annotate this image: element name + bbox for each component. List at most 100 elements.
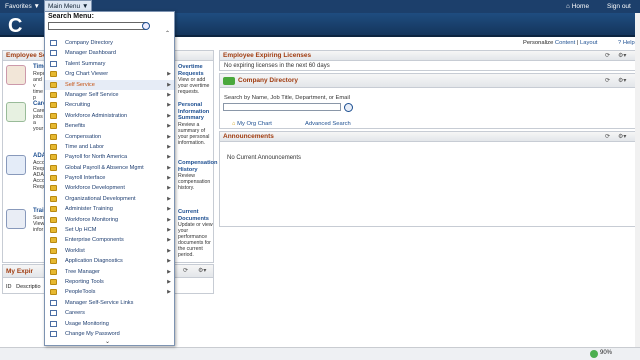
folder-icon	[50, 102, 57, 109]
directory-search-input[interactable]	[223, 103, 341, 111]
menu-item[interactable]: Self Service ▶	[45, 79, 174, 90]
menu-item[interactable]: Payroll Interface ▶	[45, 173, 174, 183]
menu-item[interactable]: Workforce Monitoring ▶	[45, 215, 174, 225]
refresh-icon[interactable]: ⟳	[183, 265, 188, 278]
menu-item[interactable]: Manager Self-Service Links	[45, 298, 174, 308]
menu-item[interactable]: Worklist ▶	[45, 246, 174, 256]
menu-search-go-button[interactable]	[142, 22, 150, 30]
menu-search-input[interactable]	[48, 22, 146, 30]
menu-item[interactable]: Payroll for North America ▶	[45, 152, 174, 162]
menu-item[interactable]: PeopleTools ▶	[45, 287, 174, 297]
compensation-desc: Review compensation history.	[178, 173, 211, 191]
chevron-right-icon: ▶	[167, 289, 171, 296]
folder-icon	[50, 71, 57, 78]
menu-item[interactable]: Careers	[45, 308, 174, 318]
menu-item[interactable]: Enterprise Components ▶	[45, 235, 174, 245]
scroll-down-icon[interactable]: ⌄	[105, 338, 110, 345]
folder-icon	[50, 123, 57, 130]
home-link[interactable]: ⌂ Home	[563, 1, 592, 12]
personalize-layout-link[interactable]: Layout	[580, 40, 597, 46]
accessibility-icon	[6, 155, 26, 175]
menu-item[interactable]: Company Directory	[45, 38, 174, 48]
help-label: Help	[622, 40, 635, 46]
menu-item[interactable]: Manager Self Service ▶	[45, 90, 174, 100]
overtime-requests-link[interactable]: Overtime Requests	[178, 64, 216, 77]
folder-icon	[50, 133, 57, 140]
chevron-right-icon: ▶	[167, 154, 171, 161]
chevron-right-icon: ▶	[167, 268, 171, 275]
my-org-chart-link[interactable]: ⌂ My Org Chart	[232, 121, 272, 127]
pagelet-title-text: My Expir	[6, 268, 34, 275]
chevron-right-icon: ▶	[167, 258, 171, 265]
menu-item[interactable]: Global Payroll & Absence Mgmt ▶	[45, 163, 174, 173]
gear-icon[interactable]: ⚙▾	[618, 74, 626, 88]
menu-item[interactable]: Benefits ▶	[45, 121, 174, 131]
chevron-right-icon: ▶	[167, 185, 171, 192]
time-icon	[6, 65, 26, 85]
menu-item[interactable]: Time and Labor ▶	[45, 142, 174, 152]
folder-icon	[50, 175, 57, 182]
menu-item[interactable]: Workforce Development ▶	[45, 183, 174, 193]
search-go-button[interactable]	[344, 103, 353, 112]
menu-item[interactable]: Compensation ▶	[45, 132, 174, 142]
chevron-right-icon: ▶	[167, 164, 171, 171]
folder-icon	[50, 206, 57, 213]
gear-icon[interactable]: ⚙▾	[618, 51, 626, 61]
menu-item-label: Manager Self Service	[65, 91, 119, 98]
menu-item-label: Time and Labor	[65, 143, 104, 150]
refresh-icon[interactable]: ⟳	[605, 74, 610, 88]
page-scrollbar[interactable]	[635, 13, 640, 347]
menu-item-label: Application Diagnostics	[65, 258, 123, 265]
menu-item[interactable]: Reporting Tools ▶	[45, 277, 174, 287]
folder-icon	[50, 154, 57, 161]
folder-icon	[50, 81, 57, 88]
help-link[interactable]: ? Help	[618, 40, 635, 46]
chevron-right-icon: ▶	[167, 227, 171, 234]
menu-item-label: Manager Self-Service Links	[65, 299, 134, 306]
menu-item-label: Organizational Development	[65, 195, 136, 202]
sign-out-link[interactable]: Sign out	[604, 1, 634, 12]
menu-item-label: Benefits	[65, 123, 86, 130]
pagelet-title-text: Announcements	[223, 133, 274, 140]
my-org-chart-label: My Org Chart	[237, 121, 272, 127]
menu-item[interactable]: Application Diagnostics ▶	[45, 256, 174, 266]
menu-item[interactable]: Organizational Development ▶	[45, 194, 174, 204]
menu-item-label: Payroll Interface	[65, 175, 106, 182]
personal-info-link[interactable]: Personal Information Summary	[178, 102, 216, 122]
folder-icon	[50, 227, 57, 234]
document-icon	[50, 40, 57, 46]
chevron-right-icon: ▶	[167, 81, 171, 88]
menu-item[interactable]: Org Chart Viewer ▶	[45, 69, 174, 79]
folder-icon	[50, 258, 57, 265]
gear-icon[interactable]: ⚙▾	[618, 132, 626, 142]
refresh-icon[interactable]: ⟳	[605, 132, 610, 142]
personal-info-desc: Review a summary of your personal inform…	[178, 122, 210, 146]
menu-item[interactable]: Tree Manager ▶	[45, 267, 174, 277]
training-link[interactable]: Trai	[33, 208, 44, 214]
favorites-menu[interactable]: Favorites ▼	[2, 1, 43, 12]
gear-icon[interactable]: ⚙▾	[198, 265, 206, 278]
menu-item[interactable]: Usage Monitoring	[45, 319, 174, 329]
compensation-history-link[interactable]: Compensation History	[178, 160, 218, 173]
menu-item[interactable]: Workforce Administration ▶	[45, 111, 174, 121]
menu-item-label: Recruiting	[65, 102, 91, 109]
menu-item-label: Payroll for North America	[65, 154, 128, 161]
menu-item[interactable]: Set Up HCM ▶	[45, 225, 174, 235]
menu-item[interactable]: Recruiting ▶	[45, 100, 174, 110]
menu-item[interactable]: Talent Summary	[45, 59, 174, 69]
current-documents-link[interactable]: Current Documents	[178, 209, 216, 222]
folder-icon	[50, 195, 57, 202]
advanced-search-link[interactable]: Advanced Search	[305, 121, 351, 127]
personalize-content-link[interactable]: Content	[555, 40, 575, 46]
menu-item-label: Global Payroll & Absence Mgmt	[65, 164, 144, 171]
menu-item-label: Manager Dashboard	[65, 50, 116, 57]
document-icon	[50, 310, 57, 317]
zoom-level[interactable]: 90%	[600, 350, 612, 356]
scroll-up-icon[interactable]: ⌃	[165, 30, 170, 37]
menu-item-label: Workforce Development	[65, 185, 125, 192]
menu-item[interactable]: Manager Dashboard	[45, 48, 174, 58]
refresh-icon[interactable]: ⟳	[605, 51, 610, 61]
menu-item[interactable]: Administer Training ▶	[45, 204, 174, 214]
chevron-right-icon: ▶	[167, 237, 171, 244]
employee-expiring-licenses-pagelet: Employee Expiring Licenses ⟳ ⚙▾ No expir…	[219, 50, 638, 71]
